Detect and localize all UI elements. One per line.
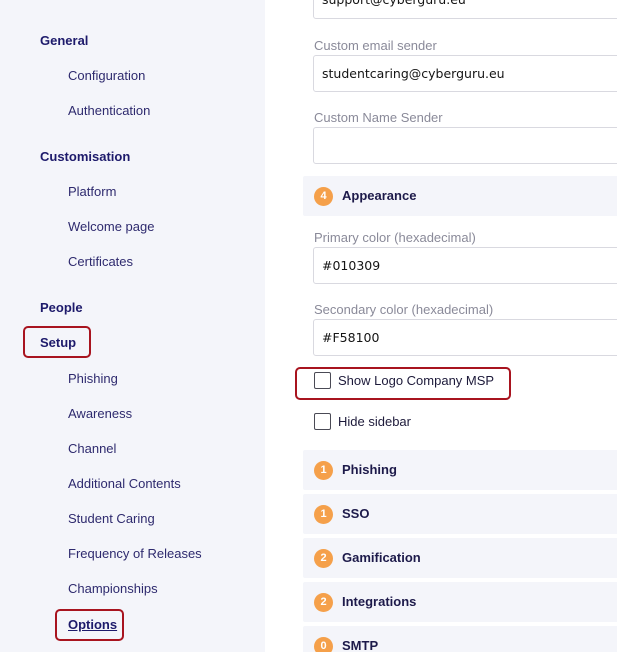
nav-item-authentication[interactable]: Authentication — [68, 103, 150, 118]
show-logo-msp-checkbox[interactable] — [314, 372, 331, 389]
section-phishing[interactable]: 1 Phishing — [303, 450, 617, 490]
section-appearance[interactable]: 4 Appearance — [303, 176, 617, 216]
support-email-input[interactable]: support@cyberguru.eu — [313, 0, 617, 19]
section-gamification[interactable]: 2 Gamification — [303, 538, 617, 578]
section-title: Phishing — [342, 462, 397, 477]
custom-email-sender-label: Custom email sender — [314, 38, 437, 53]
nav-item-phishing[interactable]: Phishing — [68, 371, 118, 386]
secondary-color-label: Secondary color (hexadecimal) — [314, 302, 494, 317]
count-badge: 2 — [314, 593, 333, 612]
nav-item-championships[interactable]: Championships — [68, 581, 158, 596]
show-logo-msp-label: Show Logo Company MSP — [338, 373, 495, 388]
nav-item-awareness[interactable]: Awareness — [68, 406, 132, 421]
secondary-color-input[interactable]: #F58100 — [313, 319, 617, 356]
primary-color-input[interactable]: #010309 — [313, 247, 617, 284]
nav-section-setup: Setup — [40, 335, 77, 350]
section-title: SSO — [342, 506, 370, 521]
nav-section-customisation: Customisation — [40, 149, 131, 164]
count-badge: 1 — [314, 505, 333, 524]
count-badge: 0 — [314, 637, 333, 652]
section-smtp[interactable]: 0 SMTP — [303, 626, 617, 652]
nav-item-welcome-page[interactable]: Welcome page — [68, 219, 154, 234]
section-title: Appearance — [342, 188, 417, 203]
nav-item-configuration[interactable]: Configuration — [68, 68, 145, 83]
primary-color-label: Primary color (hexadecimal) — [314, 230, 476, 245]
custom-name-sender-label: Custom Name Sender — [314, 110, 443, 125]
section-title: Integrations — [342, 594, 417, 609]
nav-item-channel[interactable]: Channel — [68, 441, 116, 456]
section-sso[interactable]: 1 SSO — [303, 494, 617, 534]
section-title: SMTP — [342, 638, 379, 652]
nav-item-platform[interactable]: Platform — [68, 184, 116, 199]
nav-item-student-caring[interactable]: Student Caring — [68, 511, 155, 526]
custom-email-sender-input[interactable]: studentcaring@cyberguru.eu — [313, 55, 617, 92]
count-badge: 1 — [314, 461, 333, 480]
nav-item-additional-contents[interactable]: Additional Contents — [68, 476, 181, 491]
custom-name-sender-input[interactable] — [313, 127, 617, 164]
count-badge: 2 — [314, 549, 333, 568]
nav-item-frequency-of-releases[interactable]: Frequency of Releases — [68, 546, 202, 561]
count-badge: 4 — [314, 187, 333, 206]
nav-section-general: General — [40, 33, 89, 48]
hide-sidebar-checkbox[interactable] — [314, 413, 331, 430]
section-integrations[interactable]: 2 Integrations — [303, 582, 617, 622]
sidebar: General Configuration Authentication Cus… — [0, 0, 265, 652]
hide-sidebar-label: Hide sidebar — [338, 414, 411, 429]
section-title: Gamification — [342, 550, 421, 565]
nav-item-options[interactable]: Options — [68, 617, 117, 632]
nav-item-certificates[interactable]: Certificates — [68, 254, 133, 269]
nav-section-people[interactable]: People — [40, 300, 83, 315]
